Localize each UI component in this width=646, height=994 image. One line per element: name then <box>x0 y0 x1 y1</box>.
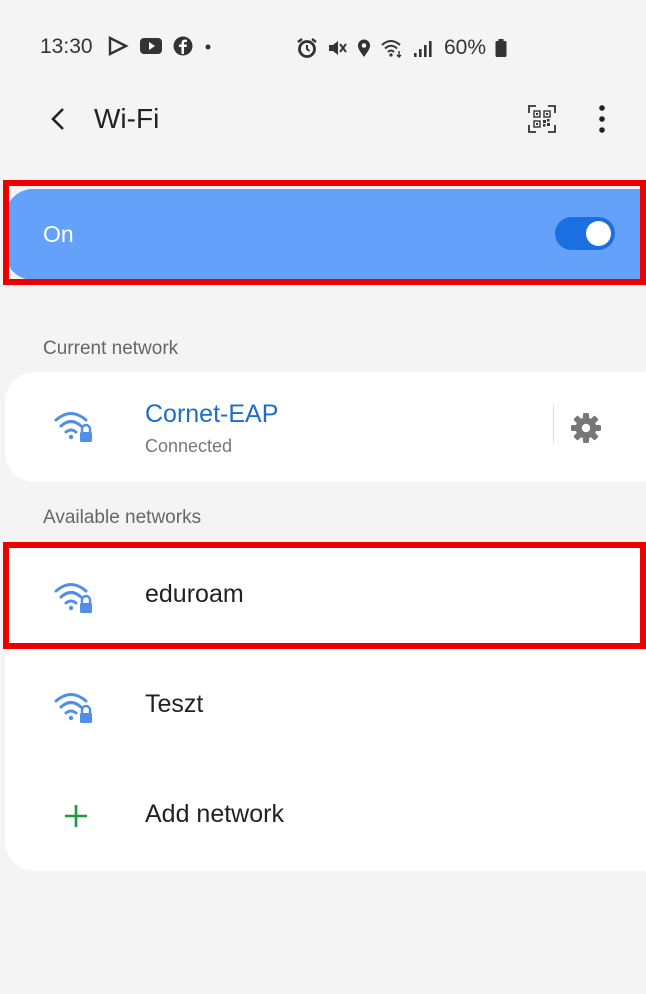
network-item-teszt[interactable]: Teszt <box>5 655 646 763</box>
network-ssid: Teszt <box>145 690 204 718</box>
network-settings-button[interactable] <box>569 411 603 450</box>
current-network-heading: Current network <box>43 338 179 359</box>
more-notifications-dot-icon <box>205 44 211 50</box>
page-title: Wi-Fi <box>94 103 160 134</box>
location-icon <box>358 39 370 57</box>
mute-icon <box>329 41 347 55</box>
battery-icon <box>495 39 507 57</box>
system-icons: 60% <box>296 36 508 60</box>
highlight-box-toggle <box>3 180 646 285</box>
alarm-icon <box>297 38 317 58</box>
status-bar: 13:30 60% <box>0 0 646 95</box>
wifi-secured-icon <box>54 412 92 442</box>
wifi-secured-icon <box>54 693 92 723</box>
facebook-icon <box>173 36 193 56</box>
qr-code-button[interactable] <box>527 104 557 139</box>
available-networks-heading: Available networks <box>43 507 202 528</box>
add-network-label: Add network <box>145 800 284 828</box>
signal-icon <box>414 41 432 57</box>
highlight-box-eduroam <box>3 542 646 649</box>
chevron-left-icon <box>51 108 64 130</box>
more-options-button[interactable] <box>594 102 610 141</box>
add-network-button[interactable]: Add network <box>5 765 646 873</box>
vertical-divider <box>553 405 554 443</box>
wifi-status-icon <box>381 40 402 58</box>
plus-icon <box>65 805 87 827</box>
more-vertical-icon <box>599 105 605 133</box>
back-button[interactable] <box>44 101 74 137</box>
notification-icons <box>107 36 213 56</box>
current-network-ssid: Cornet-EAP <box>145 400 279 428</box>
battery-percent: 60% <box>444 36 487 59</box>
youtube-icon <box>140 38 162 54</box>
app-bar: Wi-Fi <box>0 95 646 145</box>
gear-icon <box>571 413 601 443</box>
current-network-status: Connected <box>145 436 233 456</box>
qr-code-icon <box>528 105 556 133</box>
status-time: 13:30 <box>40 35 93 58</box>
current-network-card[interactable]: Cornet-EAP Connected <box>5 372 646 482</box>
play-store-icon <box>108 36 129 56</box>
